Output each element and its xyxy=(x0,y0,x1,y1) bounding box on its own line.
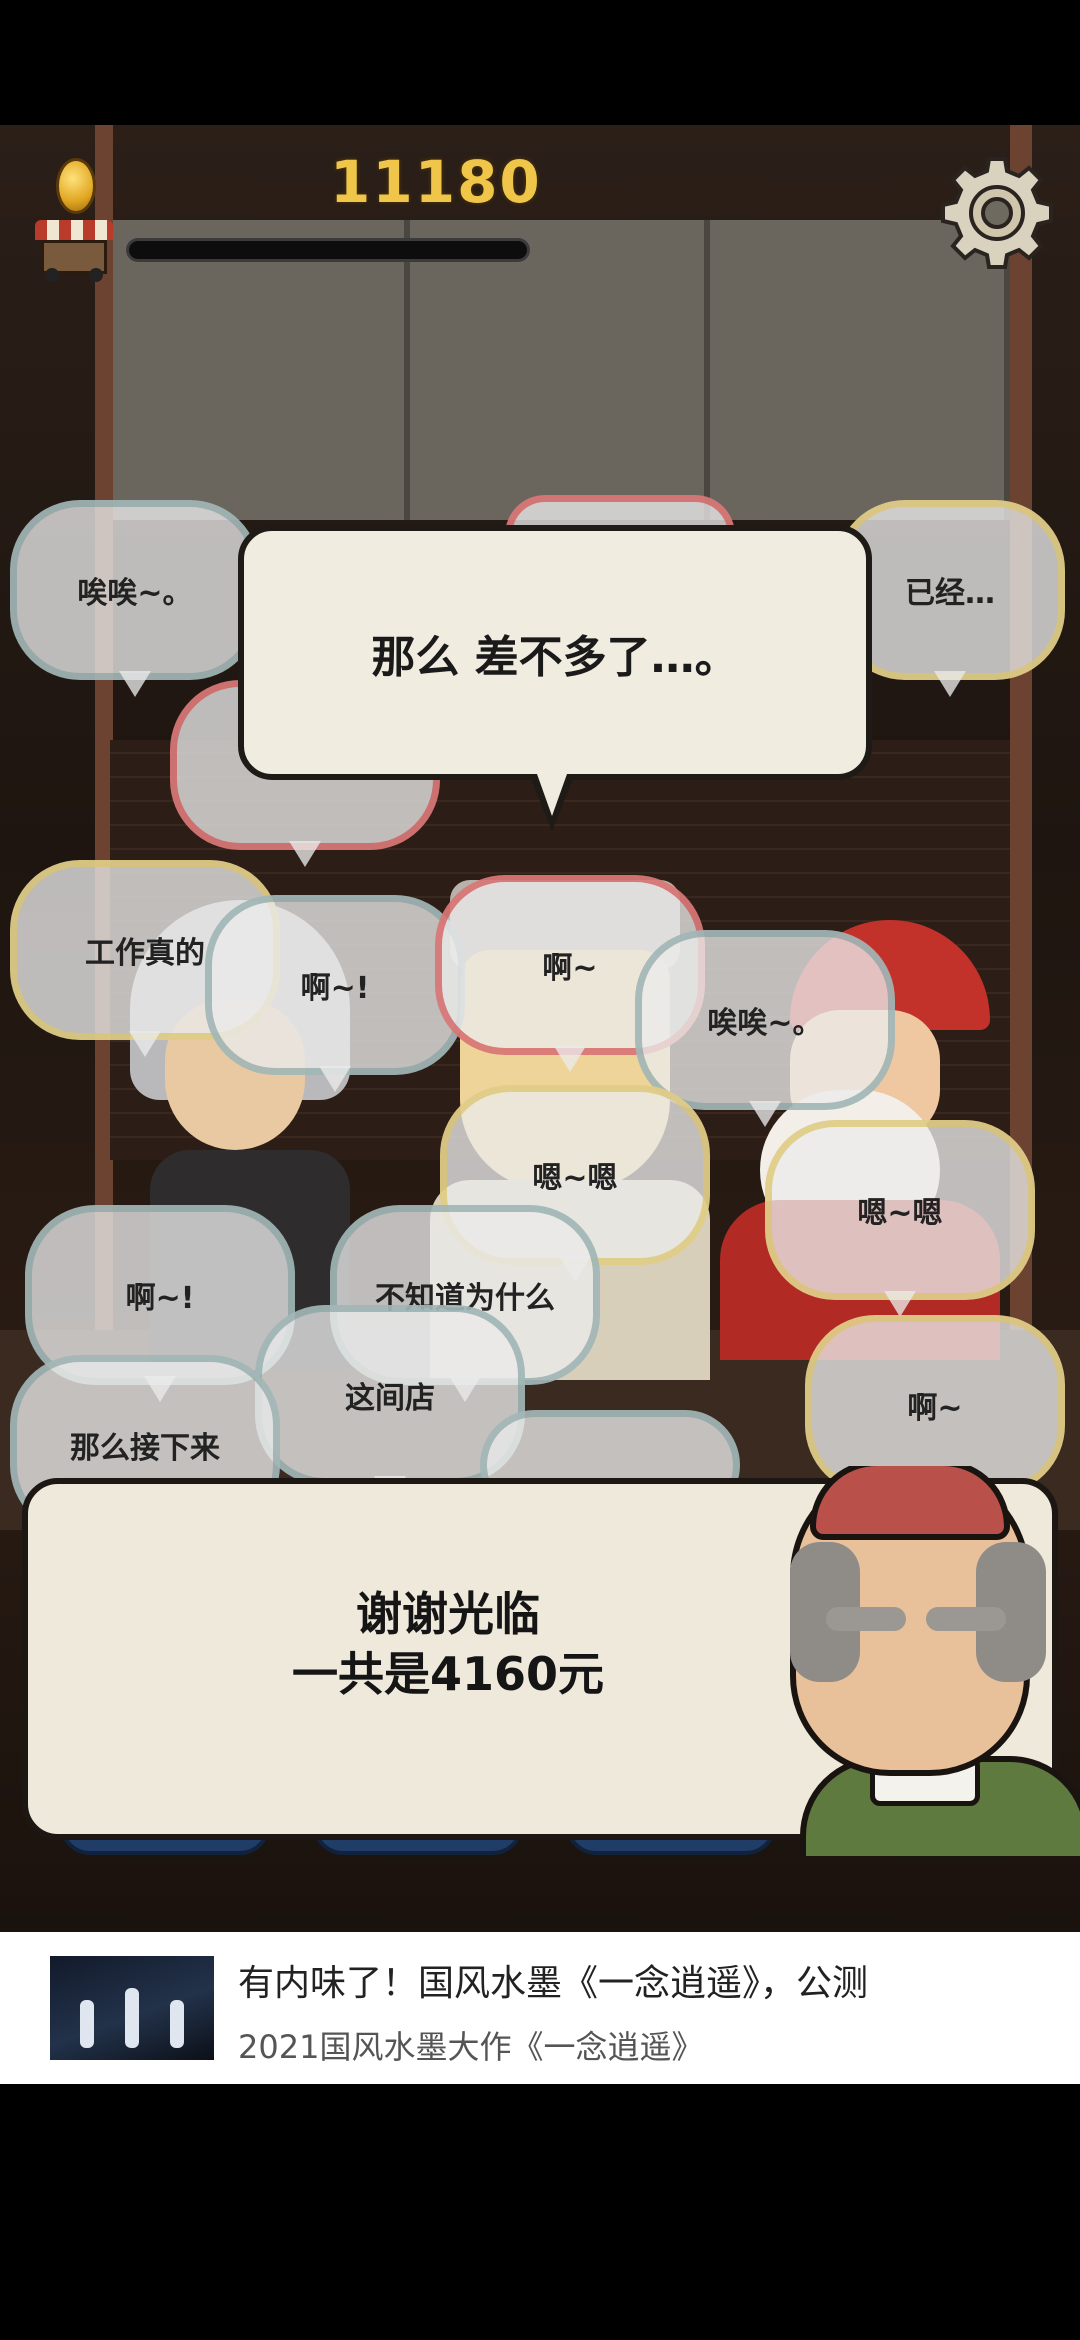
main-speech-bubble: 那么 差不多了…。 xyxy=(238,525,872,780)
gold-coin-icon xyxy=(56,158,96,214)
ad-thumbnail[interactable] xyxy=(50,1956,214,2060)
ad-title[interactable]: 有内味了！国风水墨《一念逍遥》，公测 xyxy=(238,1954,1038,2010)
speech-bubble: 啊~! xyxy=(205,895,465,1092)
progress-bar xyxy=(126,238,530,262)
bubble-text: 唉唉~。 xyxy=(707,1006,823,1041)
gear-icon[interactable] xyxy=(938,154,1056,272)
bubble-text: 这间店 xyxy=(345,1381,435,1416)
speech-bubble: 嗯~嗯 xyxy=(765,1120,1035,1317)
door-frame-right xyxy=(1010,125,1032,1525)
dialog-line-2: 一共是4160元 xyxy=(291,1647,605,1701)
bubble-text: 工作真的 xyxy=(85,936,205,971)
bottom-blank-area xyxy=(0,2084,1080,2340)
bubble-text: 啊~ xyxy=(542,951,598,986)
ad-banner[interactable]: 有内味了！国风水墨《一念逍遥》，公测 2021国风水墨大作《一念逍遥》 xyxy=(0,1932,1080,2084)
noren-curtain xyxy=(110,220,1030,520)
speech-bubble: 唉唉~。 xyxy=(10,500,260,697)
main-speech-text: 那么 差不多了…。 xyxy=(371,631,739,683)
bubble-text: 嗯~嗯 xyxy=(532,1161,618,1196)
bubble-text: 唉唉~。 xyxy=(77,576,193,611)
food-cart-icon[interactable] xyxy=(35,220,113,282)
dialog-line-1: 谢谢光临 xyxy=(356,1587,540,1641)
game-screen: 11180 唉唉~。 已经… 工作真的 啊~! 啊~ 唉唉~。 嗯~嗯 嗯~嗯 … xyxy=(0,0,1080,1932)
bubble-text: 那么接下来 xyxy=(70,1431,220,1466)
bubble-text: 嗯~嗯 xyxy=(857,1196,943,1231)
ad-subtitle[interactable]: 2021国风水墨大作《一念逍遥》 xyxy=(238,2022,1038,2068)
bubble-text: 啊~ xyxy=(907,1391,963,1426)
bubble-text: 已经… xyxy=(905,576,995,611)
speech-bubble: 唉唉~。 xyxy=(635,930,895,1127)
bubble-text: 啊~! xyxy=(125,1281,195,1316)
coin-counter: 11180 xyxy=(330,148,542,216)
shop-owner-portrait xyxy=(790,1466,1080,1856)
bubble-text: 啊~! xyxy=(300,971,370,1006)
